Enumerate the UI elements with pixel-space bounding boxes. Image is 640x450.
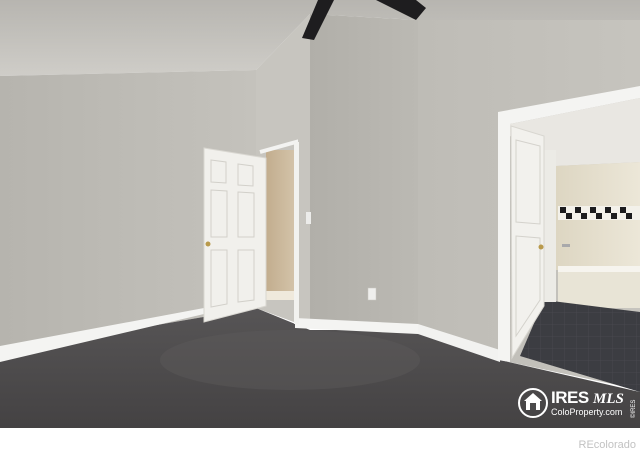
watermark-vertical: ©IRES: [630, 400, 637, 418]
footer-credit: REcolorado: [579, 439, 636, 450]
closet-door: [203, 147, 267, 323]
listing-photo: IRES MLS ColoProperty.com ©IRES REcolora…: [0, 0, 640, 450]
bathroom-door-knob: [538, 244, 544, 250]
closet-baseboard: [266, 291, 296, 300]
bathroom-inner-jamb: [544, 150, 556, 302]
bathtub-rim: [558, 266, 640, 272]
light-switch: [306, 212, 311, 224]
watermark-brand-main: IRES: [551, 388, 589, 407]
closet-interior: [266, 150, 296, 300]
carpet-light-patch: [160, 330, 420, 390]
watermark-brand-sub: MLS: [592, 391, 624, 407]
center-wall: [310, 14, 418, 328]
bathtub: [558, 266, 640, 308]
closet-door-knob: [205, 241, 211, 247]
tub-faucet: [562, 244, 570, 247]
wall-outlet: [367, 287, 377, 301]
footer-strip: [0, 428, 640, 450]
watermark-site: ColoProperty.com: [551, 407, 622, 417]
closet-frame-jamb: [294, 142, 299, 324]
